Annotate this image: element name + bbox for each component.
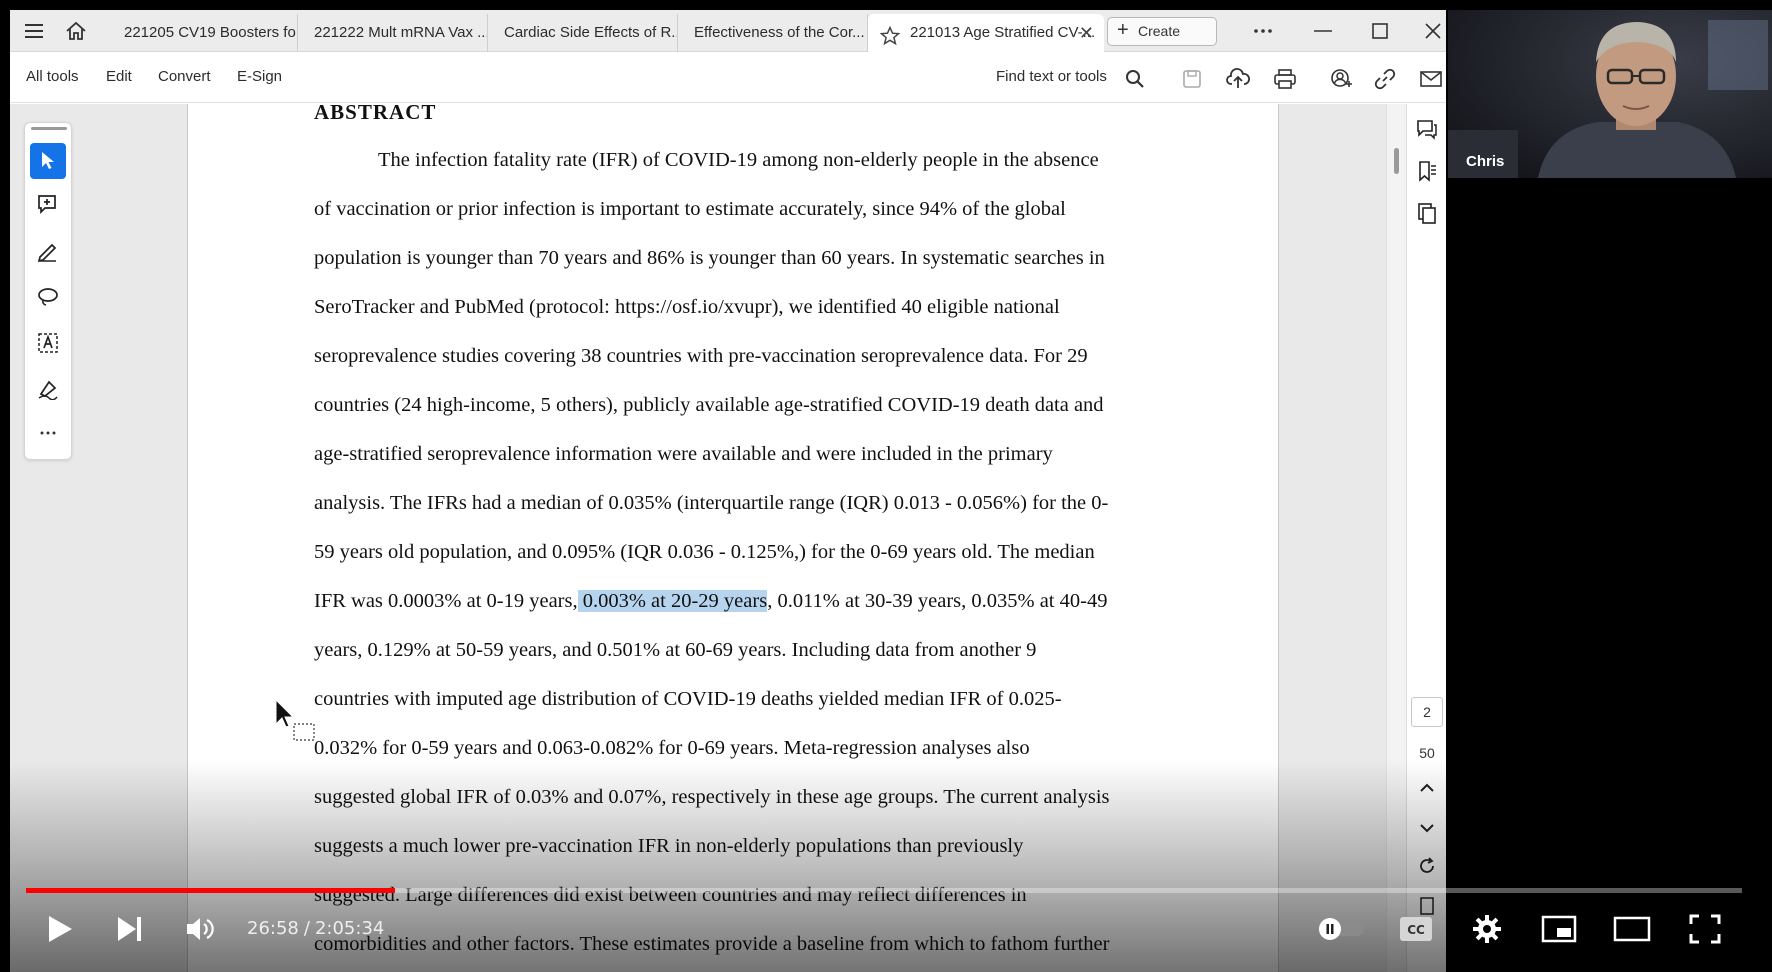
select-cursor-icon[interactable] [30, 143, 66, 179]
fullscreen-icon[interactable] [1683, 907, 1727, 951]
scrollbar-thumb[interactable] [1394, 148, 1399, 174]
text-line: population is younger than 70 years and … [314, 247, 1105, 269]
lasso-icon[interactable] [30, 279, 66, 315]
print-icon[interactable] [1272, 66, 1298, 92]
upload-icon[interactable] [1225, 66, 1251, 92]
minimize-icon[interactable] [1305, 16, 1341, 46]
miniplayer-icon[interactable] [1537, 907, 1581, 951]
chevron-up-icon[interactable] [1417, 778, 1437, 798]
menu-bar: All tools Edit Convert E-Sign Find text … [10, 53, 1446, 103]
search-icon[interactable] [1122, 66, 1148, 92]
tab-label: Cardiac Side Effects of R... [504, 24, 678, 41]
find-tools-label[interactable]: Find text or tools [996, 68, 1107, 85]
tab-document-4[interactable]: Effectiveness of the Cor... [678, 14, 868, 52]
quick-tools-rail [24, 122, 72, 460]
video-progress-bar[interactable] [26, 888, 1742, 893]
text-line-with-selection: IFR was 0.0003% at 0-19 years, 0.003% at… [314, 577, 1174, 626]
selected-text-highlight[interactable]: 0.003% at 20-29 years [577, 590, 768, 612]
text-line: countries (24 high-income, 5 others), pu… [314, 394, 1104, 416]
vertical-scrollbar[interactable] [1386, 104, 1406, 972]
create-label: Create [1138, 23, 1181, 39]
menu-convert[interactable]: Convert [158, 68, 211, 85]
video-frame[interactable]: 221205 CV19 Boosters fo... 221222 Mult m… [0, 0, 1772, 972]
text-line: analysis. The IFRs had a median of 0.035… [314, 492, 1109, 514]
text-box-icon[interactable] [30, 325, 66, 361]
right-side-panel: 2 50 [1406, 104, 1446, 972]
close-window-icon[interactable] [1415, 16, 1446, 46]
theater-mode-icon[interactable] [1610, 907, 1654, 951]
cc-icon[interactable]: CC [1394, 907, 1438, 951]
video-duration: 2:05:34 [314, 918, 385, 939]
menu-all-tools[interactable]: All tools [26, 68, 79, 85]
text-line: suggested. Large differences did exist b… [314, 884, 1027, 906]
menu-edit[interactable]: Edit [106, 68, 132, 85]
progress-played [26, 888, 395, 893]
abstract-heading: ABSTRACT [314, 100, 437, 124]
document-canvas[interactable]: ABSTRACT The infection fatality rate (IF… [10, 100, 1386, 972]
total-pages: 50 [1419, 745, 1435, 761]
text-line: comorbidities and other factors. These e… [314, 933, 1110, 955]
menu-icon[interactable] [22, 19, 46, 43]
mail-icon[interactable] [1418, 66, 1444, 92]
tab-document-active[interactable]: 221013 Age Stratified CV-... ✕ [868, 14, 1104, 52]
bookmark-icon[interactable] [1414, 158, 1440, 184]
tab-document-3[interactable]: Cardiac Side Effects of R... [488, 14, 678, 52]
text-segment: IFR was 0.0003% at 0-19 years, [314, 590, 578, 612]
abstract-text[interactable]: The infection fatality rate (IFR) of COV… [314, 136, 1174, 969]
text-line: SeroTracker and PubMed (protocol: https:… [314, 296, 1060, 318]
webcam-participant-name: Chris [1466, 153, 1505, 170]
refresh-icon[interactable] [1417, 856, 1437, 876]
tab-label: 221205 CV19 Boosters fo... [124, 24, 298, 41]
more-icon[interactable] [1245, 16, 1281, 46]
text-line: countries with imputed age distribution … [314, 688, 1062, 710]
text-line: seroprevalence studies covering 38 count… [314, 345, 1088, 367]
text-line: The infection fatality rate (IFR) of COV… [378, 149, 1099, 171]
pdf-viewer-window: 221205 CV19 Boosters fo... 221222 Mult m… [10, 10, 1446, 972]
save-icon[interactable] [1179, 66, 1205, 92]
current-page-input[interactable]: 2 [1411, 697, 1443, 727]
tab-document-1[interactable]: 221205 CV19 Boosters fo... [108, 14, 298, 52]
next-icon[interactable] [108, 907, 152, 951]
menu-esign[interactable]: E-Sign [237, 68, 282, 85]
tab-bar: 221205 CV19 Boosters fo... 221222 Mult m… [10, 10, 1446, 52]
pen-icon[interactable] [30, 233, 66, 269]
text-line: 0.032% for 0-59 years and 0.063-0.082% f… [314, 737, 1030, 759]
star-icon[interactable] [879, 23, 901, 52]
link-icon[interactable] [1372, 66, 1398, 92]
more-tools-icon[interactable] [30, 415, 66, 451]
time-separator: / [303, 918, 310, 939]
tab-label: 221222 Mult mRNA Vax ... [314, 24, 488, 41]
plus-icon: + [1117, 19, 1129, 41]
rail-grip[interactable] [31, 127, 67, 130]
play-icon[interactable] [38, 907, 82, 951]
svg-text:CC: CC [1407, 923, 1425, 937]
comment-add-icon[interactable] [30, 187, 66, 223]
create-button[interactable]: + Create [1107, 17, 1217, 46]
chevron-down-icon[interactable] [1417, 818, 1437, 838]
home-icon[interactable] [64, 19, 88, 43]
autoplay-toggle[interactable] [1314, 907, 1368, 951]
tab-label: Effectiveness of the Cor... [694, 24, 865, 41]
text-line: 59 years old population, and 0.095% (IQR… [314, 541, 1095, 563]
comments-icon[interactable] [1414, 116, 1440, 142]
text-line: suggested global IFR of 0.03% and 0.07%,… [314, 786, 1110, 808]
maximize-icon[interactable] [1362, 16, 1398, 46]
tab-document-2[interactable]: 221222 Mult mRNA Vax ... [298, 14, 488, 52]
text-segment: , 0.011% at 30-39 years, 0.035% at 40-49 [767, 590, 1108, 612]
volume-icon[interactable] [179, 907, 223, 951]
close-icon[interactable]: ✕ [1079, 14, 1094, 52]
current-time: 26:58 [247, 918, 299, 939]
text-line: suggests a much lower pre-vaccination IF… [314, 835, 1024, 857]
settings-gear-icon[interactable] [1465, 907, 1509, 951]
tab-label: 221013 Age Stratified CV-... [910, 24, 1096, 41]
time-display: 26:58/2:05:34 [247, 918, 384, 939]
sign-icon[interactable] [30, 371, 66, 407]
share-icon[interactable] [1328, 66, 1354, 92]
text-line: of vaccination or prior infection is imp… [314, 198, 1066, 220]
text-line: years, 0.129% at 50-59 years, and 0.501%… [314, 639, 1037, 661]
pages-icon[interactable] [1414, 200, 1440, 226]
mouse-cursor [274, 698, 318, 749]
text-line: age-stratified seroprevalence informatio… [314, 443, 1053, 465]
pdf-page[interactable]: ABSTRACT The infection fatality rate (IF… [187, 100, 1279, 972]
